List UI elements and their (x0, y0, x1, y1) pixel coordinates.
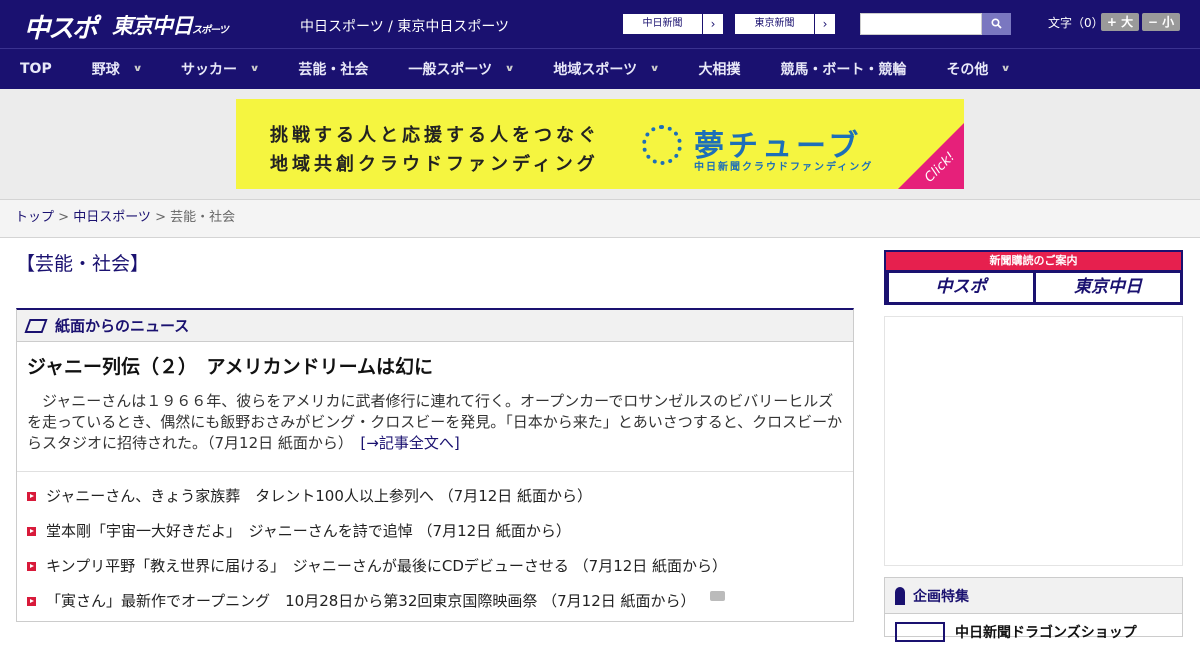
nav-item-label: 競馬・ボート・競輪 (780, 62, 907, 78)
search-button[interactable] (982, 13, 1011, 35)
main-content: 【芸能・社会】 紙面からのニュース ジャニー列伝（２） アメリカンドリームは幻に… (16, 240, 854, 622)
breadcrumb-chunichi-sports[interactable]: 中日スポーツ (73, 210, 151, 225)
chevron-right-icon: › (822, 17, 828, 31)
lead-article: ジャニー列伝（２） アメリカンドリームは幻に ジャニーさんは１９６６年、彼らをア… (17, 342, 853, 472)
chevron-down-icon: ∨ (132, 64, 143, 74)
sidebar: 新聞購読のご案内 中スポ 東京中日 企画特集 中日新聞ドラゴンズショップ (884, 250, 1183, 642)
nav-item[interactable]: サッカー ∨ (161, 59, 278, 79)
lead-article-body: ジャニーさんは１９６６年、彼らをアメリカに武者修行に連れて行く。オープンカーでロ… (27, 391, 843, 454)
chevron-down-icon: ∨ (649, 64, 660, 74)
chunichi-shimbun-link[interactable]: 中日新聞 › (622, 13, 724, 35)
bullet-arrow-icon (27, 492, 36, 501)
chevron-down-icon: ∨ (249, 64, 260, 74)
camera-icon (709, 591, 725, 601)
banner-brand-sub: 中日新聞クラウドファンディング (694, 162, 874, 173)
nav-item[interactable]: 大相撲 (678, 59, 760, 79)
sidebar-ad-slot (884, 316, 1183, 566)
nav-item[interactable]: 競馬・ボート・競輪 (760, 59, 926, 79)
feature-header: 企画特集 (885, 578, 1182, 614)
tokyo-shimbun-label: 東京新聞 (735, 14, 815, 34)
nav-item-label: その他 (946, 62, 989, 78)
nav-item-label: 一般スポーツ (408, 62, 493, 78)
breadcrumb: トップ > 中日スポーツ > 芸能・社会 (0, 200, 1200, 238)
feature-box: 企画特集 中日新聞ドラゴンズショップ (884, 577, 1183, 642)
news-box-title: 紙面からのニュース (55, 317, 190, 335)
nav-item[interactable]: 野球 ∨ (72, 59, 161, 79)
main-nav: TOP 野球 ∨ サッカー ∨ 芸能・社会 一般スポーツ ∨ 地域スポーツ ∨ 大相撲 競馬・ボート・… (0, 48, 1200, 89)
chuspo-logo[interactable]: 中スポ (24, 8, 98, 45)
page-title: 【芸能・社会】 (16, 253, 150, 275)
news-item-link[interactable]: 堂本剛「宇宙一大好きだよ」 ジャニーさんを詩で追悼 （7月12日 紙面から） (46, 521, 571, 541)
nav-item-label: 地域スポーツ (553, 62, 638, 78)
news-item-link[interactable]: キンプリ平野「教え世界に届ける」 ジャニーさんが最後にCDデビューさせる （7月… (46, 556, 727, 576)
read-more-link[interactable]: [→記事全文へ] (360, 434, 459, 452)
feature-thumbnail (895, 622, 945, 642)
subscription-title: 新聞購読のご案内 (886, 252, 1181, 270)
search-icon (991, 18, 1002, 29)
nav-item-label: 野球 (91, 62, 120, 78)
ad-banner-area: 挑戦する人と応援する人をつなぐ 地域共創クラウドファンディング 夢チューブ 中日… (0, 89, 1200, 200)
chevron-right-icon: › (710, 17, 716, 31)
site-header: 中スポ 東京中日スポーツ 中日スポーツ / 東京中日スポーツ 中日新聞 › 東京… (0, 0, 1200, 48)
subscribe-chuspo-button[interactable]: 中スポ (889, 273, 1033, 302)
news-list-item[interactable]: 「寅さん」最新作でオープニング 10月28日から第32回東京国際映画祭 （7月1… (27, 591, 843, 626)
news-box: 紙面からのニュース ジャニー列伝（２） アメリカンドリームは幻に ジャニーさんは… (16, 308, 854, 622)
banner-line1: 挑戦する人と応援する人をつなぐ (270, 125, 600, 146)
chevron-down-icon: ∨ (504, 64, 515, 74)
nav-item[interactable]: TOP (0, 61, 72, 77)
bullet-arrow-icon (27, 527, 36, 536)
nav-item[interactable]: 地域スポーツ ∨ (533, 59, 678, 79)
news-item-link[interactable]: 「寅さん」最新作でオープニング 10月28日から第32回東京国際映画祭 （7月1… (46, 591, 696, 611)
news-list-item[interactable]: 堂本剛「宇宙一大好きだよ」 ジャニーさんを詩で追悼 （7月12日 紙面から） (27, 521, 843, 556)
news-item-link[interactable]: ジャニーさん、きょう家族葬 タレント100人以上参列へ （7月12日 紙面から） (46, 486, 592, 506)
nav-item-label: サッカー (181, 62, 238, 78)
ribbon-icon (895, 586, 905, 605)
search-input[interactable] (860, 13, 982, 35)
banner-line2: 地域共創クラウドファンディング (270, 154, 599, 175)
news-box-header: 紙面からのニュース (17, 310, 853, 342)
nav-item[interactable]: 一般スポーツ ∨ (388, 59, 533, 79)
tokyo-logo-text: 東京中日 (112, 14, 193, 38)
breadcrumb-current: 芸能・社会 (170, 210, 236, 225)
dots-logo-icon (642, 125, 682, 165)
font-size-label: 文字（0） (1048, 16, 1104, 30)
tokyo-logo-small: スポーツ (192, 25, 229, 36)
nav-item-label: 芸能・社会 (298, 62, 369, 78)
yume-tube-banner[interactable]: 挑戦する人と応援する人をつなぐ 地域共創クラウドファンディング 夢チューブ 中日… (236, 99, 964, 189)
subscription-banner[interactable]: 新聞購読のご案内 中スポ 東京中日 (884, 250, 1183, 305)
tokyo-chunichi-logo[interactable]: 東京中日スポーツ (112, 10, 229, 40)
feature-item[interactable]: 中日新聞ドラゴンズショップ (885, 614, 1182, 650)
newspaper-icon (24, 318, 48, 333)
chevron-down-icon: ∨ (1000, 64, 1012, 74)
news-list-item[interactable]: ジャニーさん、きょう家族葬 タレント100人以上参列へ （7月12日 紙面から） (27, 486, 843, 521)
news-list: ジャニーさん、きょう家族葬 タレント100人以上参列へ （7月12日 紙面から）… (17, 472, 853, 626)
nav-item-label: TOP (20, 61, 52, 77)
feature-item-label: 中日新聞ドラゴンズショップ (955, 625, 1137, 641)
nav-item-label: 大相撲 (698, 62, 741, 78)
feature-title: 企画特集 (913, 588, 969, 605)
breadcrumb-sep: > (150, 210, 171, 225)
nav-item[interactable]: その他 ∨ (926, 59, 1029, 79)
tokyo-shimbun-link[interactable]: 東京新聞 › (734, 13, 836, 35)
font-smaller-button[interactable]: − 小 (1142, 13, 1180, 31)
lead-article-title[interactable]: ジャニー列伝（２） アメリカンドリームは幻に (27, 352, 843, 379)
font-larger-button[interactable]: + 大 (1101, 13, 1139, 31)
bullet-arrow-icon (27, 562, 36, 571)
site-title: 中日スポーツ / 東京中日スポーツ (300, 19, 510, 35)
nav-item[interactable]: 芸能・社会 (278, 59, 388, 79)
breadcrumb-sep: > (54, 210, 74, 225)
subscribe-tokyo-button[interactable]: 東京中日 (1036, 273, 1180, 302)
bullet-arrow-icon (27, 597, 36, 606)
breadcrumb-top[interactable]: トップ (15, 210, 54, 225)
news-list-item[interactable]: キンプリ平野「教え世界に届ける」 ジャニーさんが最後にCDデビューさせる （7月… (27, 556, 843, 591)
chunichi-shimbun-label: 中日新聞 (623, 14, 703, 34)
